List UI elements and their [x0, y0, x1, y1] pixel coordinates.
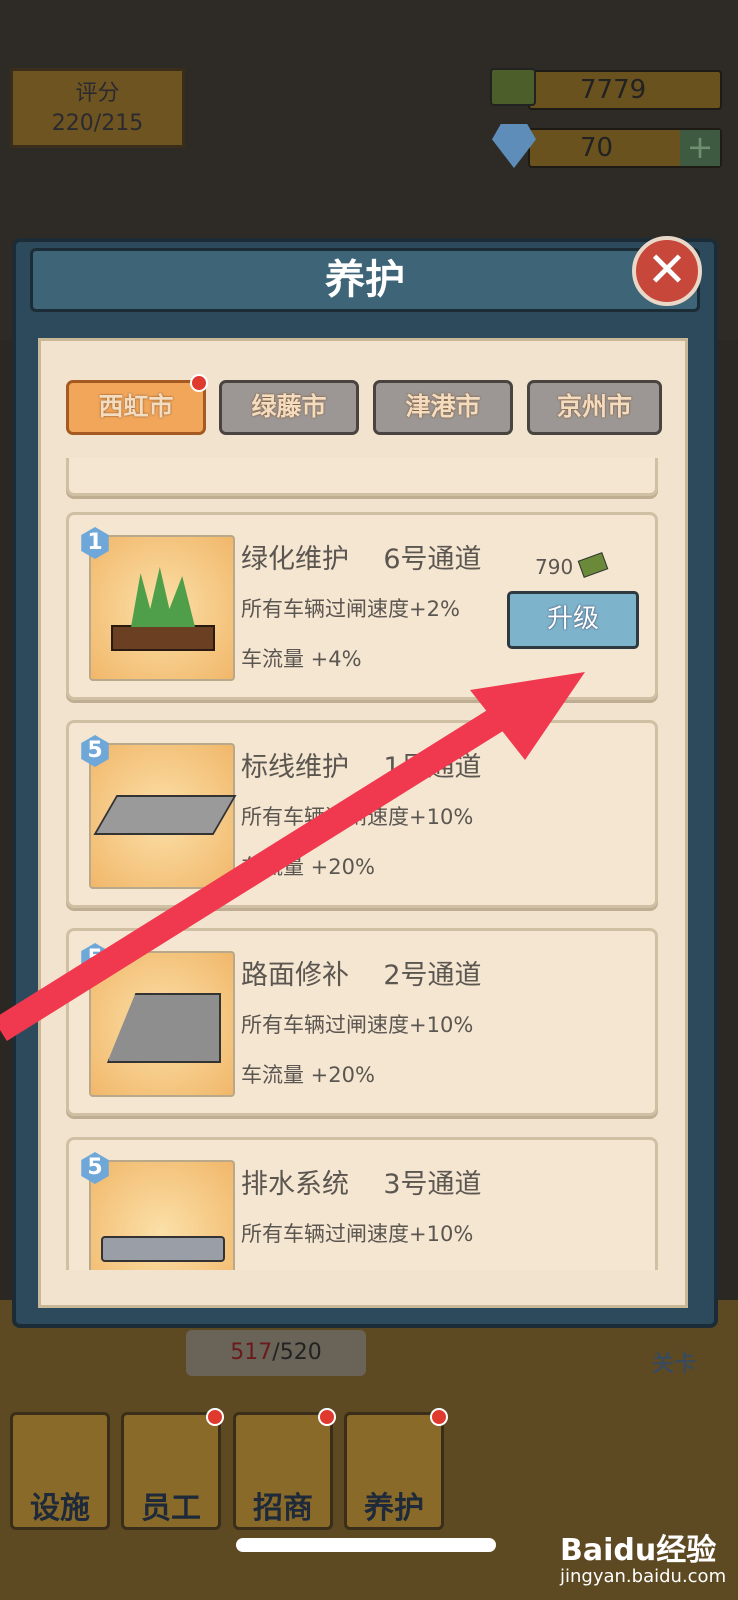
annotation-arrow	[0, 672, 585, 1042]
arrow-shaft	[0, 693, 527, 1042]
